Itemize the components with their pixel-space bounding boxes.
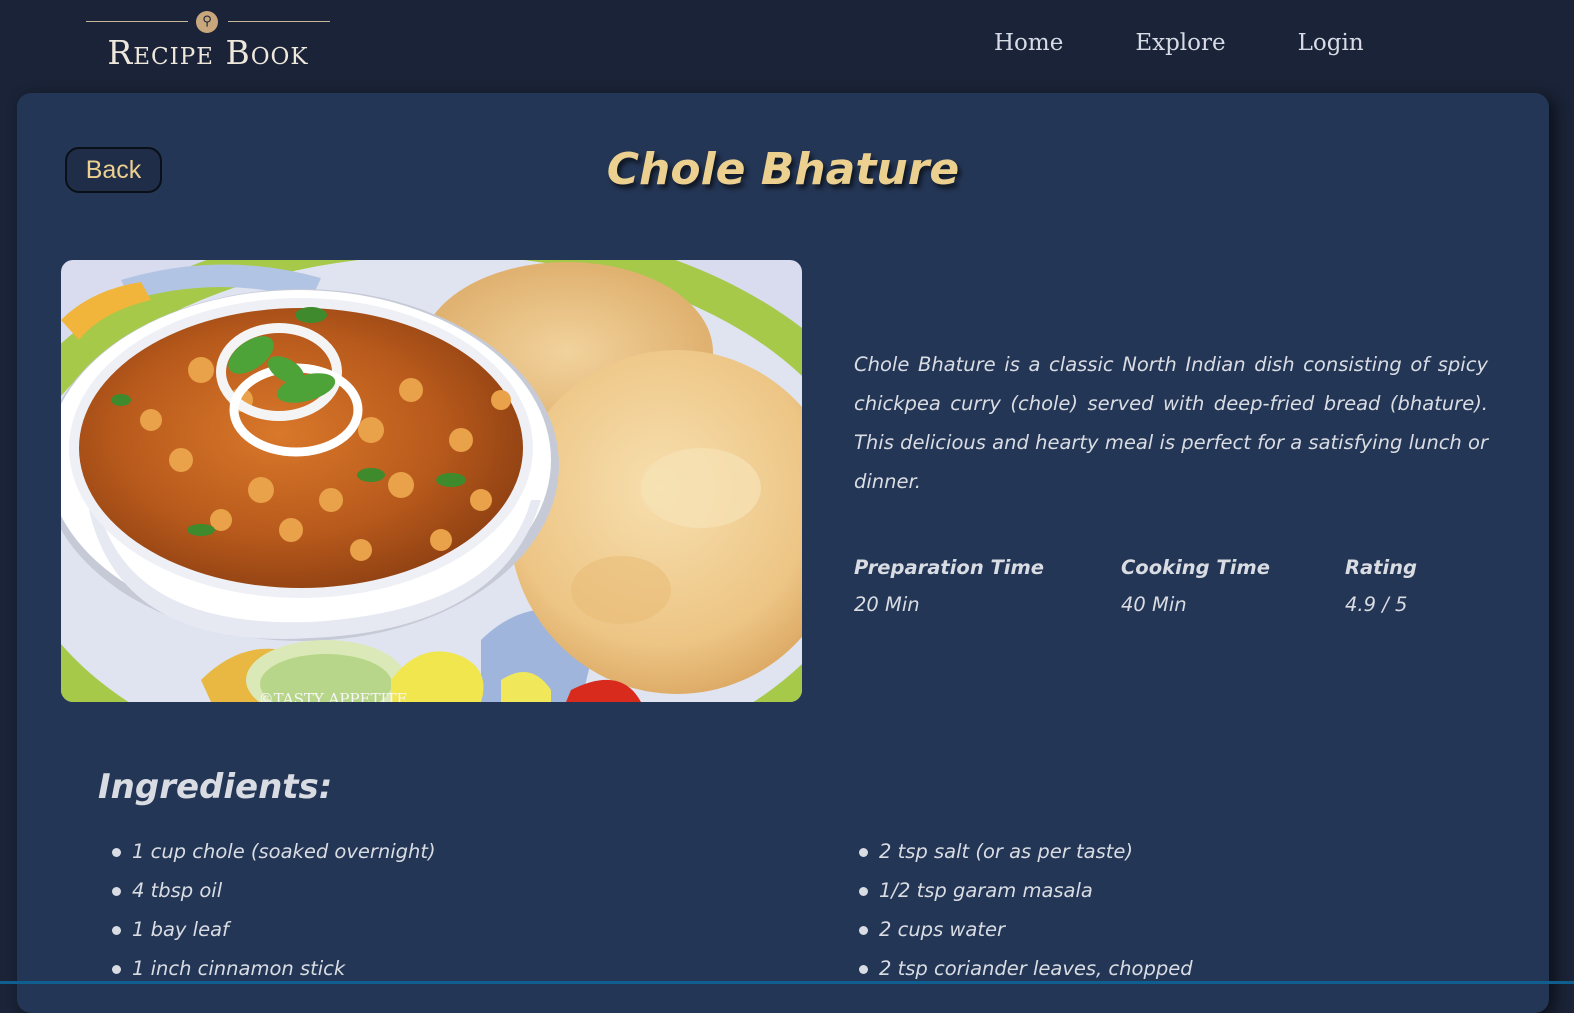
stat-value: 4.9 / 5 [1345,593,1408,616]
stat-preparation-time: Preparation Time 20 Min [854,553,1044,621]
nav-link-login[interactable]: Login [1298,30,1364,56]
navbar: ⚲ Recipe Book Home Explore Login [0,0,1574,92]
stat-rating: Rating 4.9 / 5 [1345,553,1417,621]
ingredient-item: 1/2 tsp garam masala [858,871,1193,910]
logo-divider-right [228,21,330,22]
recipe-stats: Preparation Time 20 Min Cooking Time 40 … [854,553,1494,633]
logo-divider-left [86,21,188,22]
recipe-book-logo[interactable]: ⚲ Recipe Book [86,10,330,72]
fork-spoon-icon: ⚲ [196,11,218,33]
stat-label: Cooking Time [1121,556,1270,579]
ingredients-list-right: 2 tsp salt (or as per taste) 1/2 tsp gar… [858,832,1193,988]
stat-value: 40 Min [1121,593,1187,616]
ingredient-item: 4 tbsp oil [111,871,436,910]
nav-link-home[interactable]: Home [994,30,1063,56]
ingredient-item: 1 cup chole (soaked overnight) [111,832,436,871]
ingredients-list-left: 1 cup chole (soaked overnight) 4 tbsp oi… [111,832,436,988]
ingredient-item: 2 tsp salt (or as per taste) [858,832,1193,871]
recipe-photo: ©TASTY APPETITE [61,260,802,702]
nav-links: Home Explore Login [994,30,1364,56]
photo-watermark: ©TASTY APPETITE [259,690,408,702]
nav-link-explore[interactable]: Explore [1135,30,1225,56]
stat-label: Preparation Time [854,556,1045,579]
recipe-description: Chole Bhature is a classic North Indian … [854,353,1488,493]
ingredients-heading: Ingredients: [98,767,333,807]
recipe-card: Back Chole Bhature ©TASTY APPETITE Chole… [17,93,1549,1013]
ingredient-item: 2 cups water [858,910,1193,949]
stat-value: 20 Min [854,593,920,616]
stat-cooking-time: Cooking Time 40 Min [1121,553,1270,621]
ingredient-item: 1 bay leaf [111,910,436,949]
recipe-title: Chole Bhature [606,144,960,195]
logo-text: Recipe Book [107,33,309,72]
stat-label: Rating [1345,556,1418,579]
